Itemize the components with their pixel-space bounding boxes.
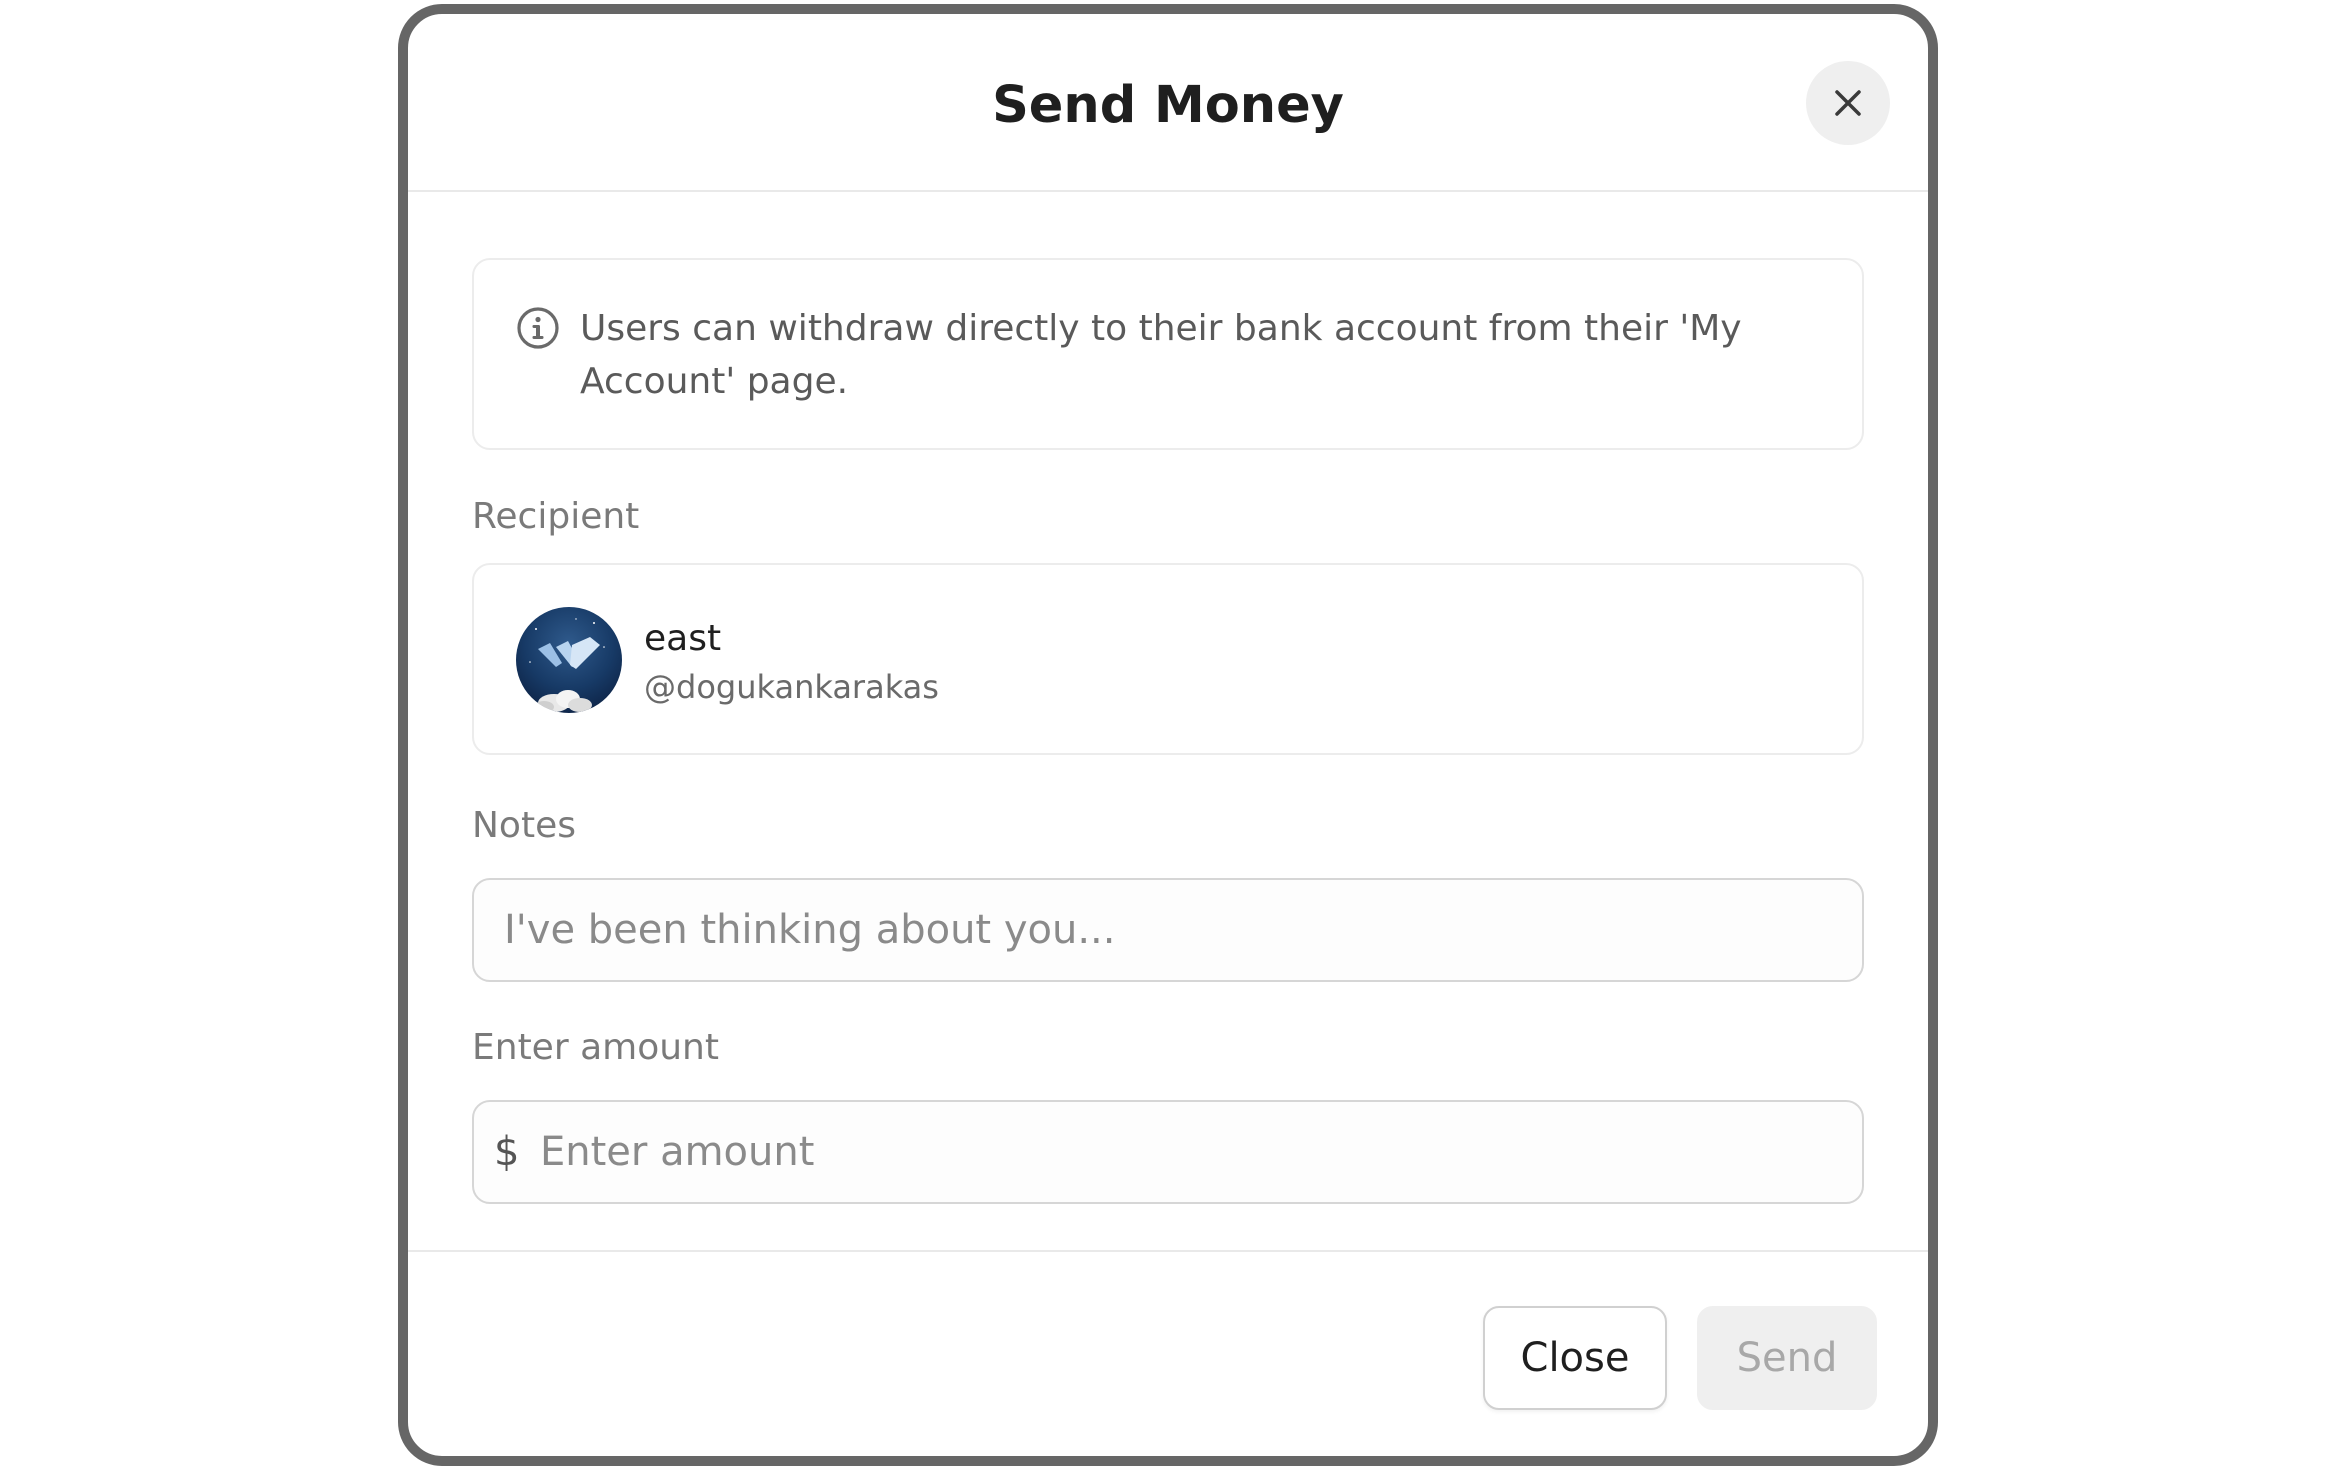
close-dialog-button[interactable] <box>1806 61 1890 145</box>
send-money-dialog: Send Money Users can withdraw directly t… <box>398 4 1938 1466</box>
dialog-title: Send Money <box>992 76 1344 135</box>
recipient-name: east <box>644 618 722 659</box>
avatar <box>516 607 622 713</box>
amount-label: Enter amount <box>472 1027 719 1068</box>
recipient-card: east @dogukankarakas <box>472 563 1864 755</box>
notes-label: Notes <box>472 805 576 846</box>
dialog-header: Send Money <box>408 14 1928 192</box>
amount-field: $ <box>472 1100 1864 1204</box>
info-notice: Users can withdraw directly to their ban… <box>472 258 1864 450</box>
info-text: Users can withdraw directly to their ban… <box>580 308 1742 402</box>
recipient-handle: @dogukankarakas <box>644 668 939 706</box>
info-icon <box>517 307 559 349</box>
notes-input[interactable] <box>472 878 1864 982</box>
currency-symbol: $ <box>494 1129 520 1175</box>
dialog-footer: Close Send <box>408 1250 1928 1456</box>
send-button[interactable]: Send <box>1697 1306 1877 1410</box>
close-button[interactable]: Close <box>1483 1306 1667 1410</box>
recipient-label: Recipient <box>472 496 640 537</box>
close-icon <box>1835 90 1861 116</box>
amount-input[interactable] <box>472 1100 1864 1204</box>
avatar-image <box>516 607 622 713</box>
